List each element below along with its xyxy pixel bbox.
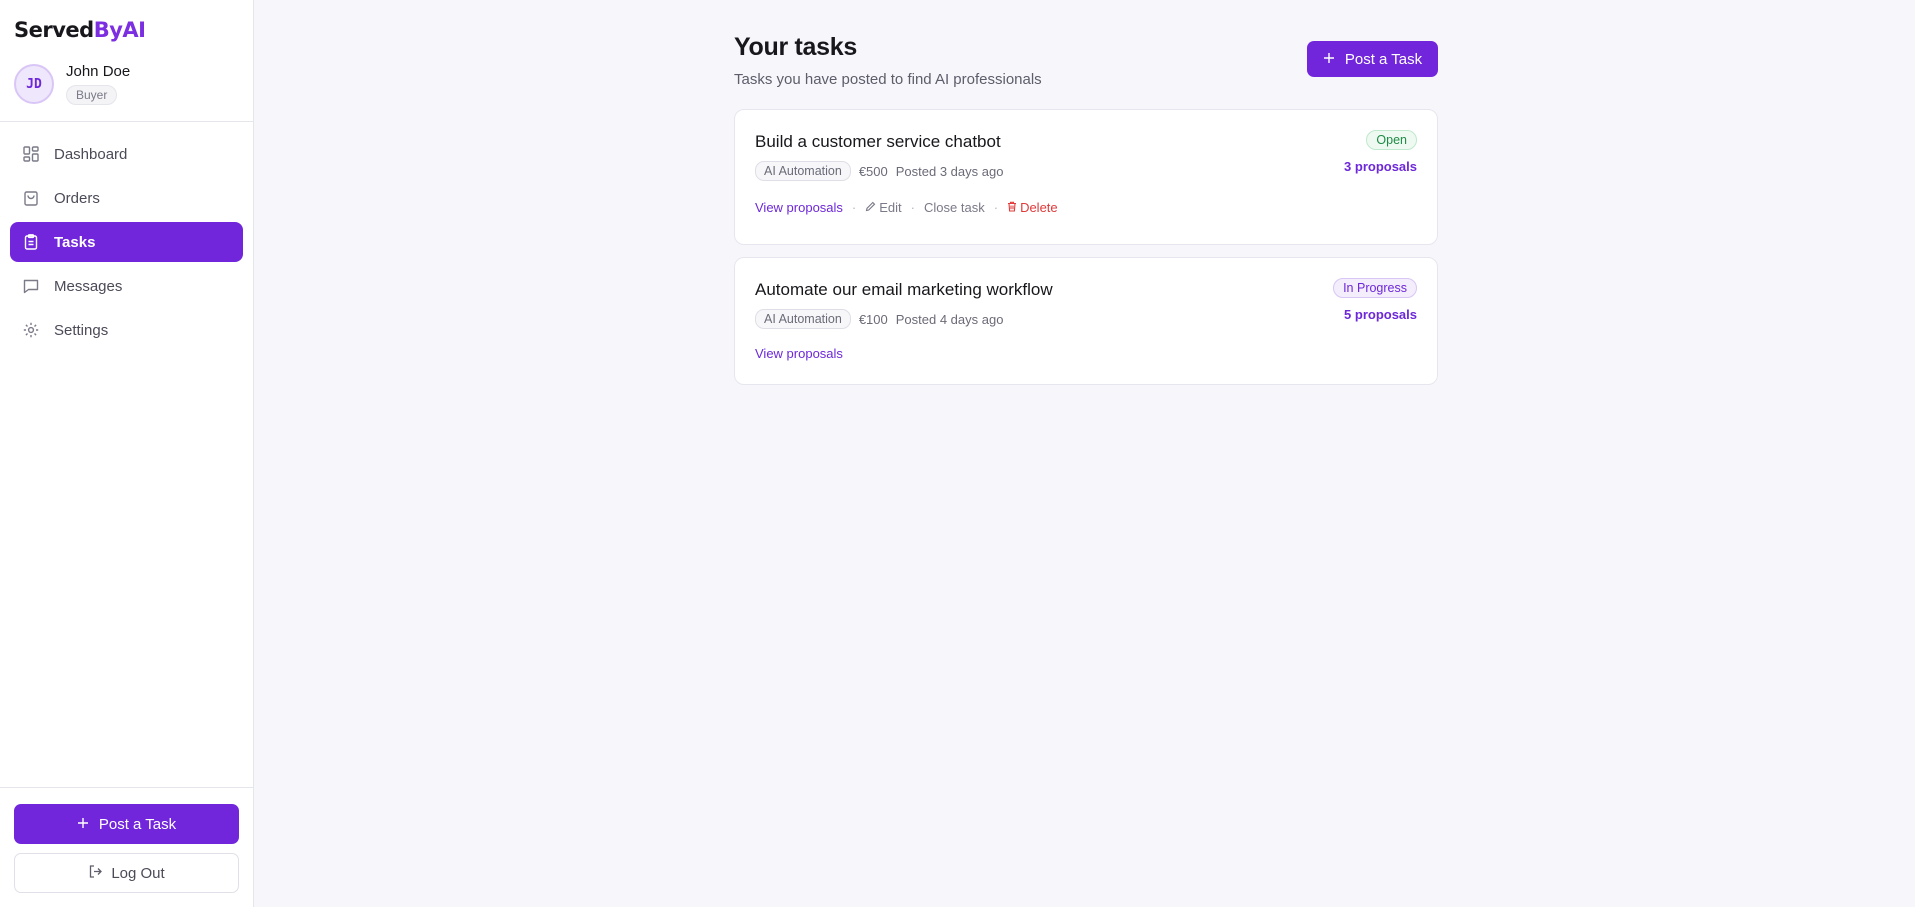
sidebar-footer: Post a Task Log Out <box>0 787 253 907</box>
task-posted-date: Posted 3 days ago <box>895 163 1004 179</box>
task-status-area: In Progress 5 proposals <box>1333 278 1417 322</box>
task-title[interactable]: Automate our email marketing workflow <box>755 280 1417 300</box>
proposal-count[interactable]: 3 proposals <box>1344 159 1417 174</box>
task-card: Build a customer service chatbot AI Auto… <box>734 109 1438 245</box>
dashboard-icon <box>22 145 40 163</box>
sidebar-item-label: Tasks <box>54 233 96 251</box>
task-card: Automate our email marketing workflow AI… <box>734 257 1438 385</box>
sidebar-post-task-button[interactable]: Post a Task <box>14 804 239 844</box>
sidebar-item-messages[interactable]: Messages <box>10 266 243 306</box>
sidebar-item-label: Settings <box>54 321 109 339</box>
view-proposals-link[interactable]: View proposals <box>755 200 843 215</box>
page-header: Your tasks Tasks you have posted to find… <box>734 0 1438 88</box>
clipboard-icon <box>22 233 40 251</box>
edit-task-link[interactable]: Edit <box>865 200 902 215</box>
bag-icon <box>22 189 40 207</box>
user-name: John Doe <box>66 63 131 80</box>
status-badge: Open <box>1366 130 1417 150</box>
tasks-panel: Your tasks Tasks you have posted to find… <box>734 0 1438 385</box>
sidebar-item-label: Messages <box>54 277 123 295</box>
trash-icon <box>1007 200 1017 215</box>
logout-label: Log Out <box>111 864 165 882</box>
delete-label: Delete <box>1020 200 1058 215</box>
category-tag: AI Automation <box>755 161 851 181</box>
sidebar-post-task-label: Post a Task <box>98 815 177 833</box>
gear-icon <box>22 321 40 339</box>
page-title: Your tasks <box>734 33 857 61</box>
logo-text-served: Served <box>14 18 94 42</box>
chat-icon <box>22 277 40 295</box>
plus-icon <box>77 816 89 833</box>
proposal-count[interactable]: 5 proposals <box>1344 307 1417 322</box>
separator-dot: · <box>993 200 999 215</box>
separator-dot: · <box>851 200 857 215</box>
task-budget: €100 <box>858 311 888 327</box>
task-actions: View proposals · Edit · Close task · Del… <box>755 200 1417 215</box>
sidebar-nav: Dashboard Orders Tasks Messages Settings <box>0 122 253 362</box>
logo-text-byai: ByAI <box>93 18 146 42</box>
post-task-label: Post a Task <box>1344 50 1423 68</box>
logo[interactable]: ServedByAI <box>0 0 253 48</box>
task-meta: AI Automation €100 Posted 4 days ago <box>755 309 1417 329</box>
task-title[interactable]: Build a customer service chatbot <box>755 132 1417 152</box>
category-tag: AI Automation <box>755 309 851 329</box>
sidebar-item-dashboard[interactable]: Dashboard <box>10 134 243 174</box>
logout-button[interactable]: Log Out <box>14 853 239 893</box>
logout-icon <box>88 864 103 883</box>
sidebar-item-tasks[interactable]: Tasks <box>10 222 243 262</box>
main-content: Your tasks Tasks you have posted to find… <box>254 0 1915 907</box>
sidebar: ServedByAI JD John Doe Buyer Dashboard O… <box>0 0 254 907</box>
task-budget: €500 <box>858 163 888 179</box>
plus-icon <box>1323 51 1335 68</box>
delete-task-link[interactable]: Delete <box>1007 200 1058 215</box>
task-meta: AI Automation €500 Posted 3 days ago <box>755 161 1417 181</box>
close-task-link[interactable]: Close task <box>924 200 985 215</box>
task-status-area: Open 3 proposals <box>1344 130 1417 174</box>
separator-dot: · <box>910 200 916 215</box>
sidebar-item-label: Dashboard <box>54 145 128 163</box>
user-profile: JD John Doe Buyer <box>0 48 253 122</box>
status-badge: In Progress <box>1333 278 1417 298</box>
sidebar-item-orders[interactable]: Orders <box>10 178 243 218</box>
task-posted-date: Posted 4 days ago <box>895 311 1004 327</box>
task-actions: View proposals <box>755 346 1417 361</box>
sidebar-item-settings[interactable]: Settings <box>10 310 243 350</box>
role-badge: Buyer <box>66 85 118 105</box>
post-task-button[interactable]: Post a Task <box>1307 41 1438 77</box>
page-subtitle: Tasks you have posted to find AI profess… <box>734 71 1042 88</box>
pencil-icon <box>865 200 876 215</box>
sidebar-item-label: Orders <box>54 189 100 207</box>
avatar[interactable]: JD <box>14 64 54 104</box>
edit-label: Edit <box>879 200 902 215</box>
view-proposals-link[interactable]: View proposals <box>755 346 843 361</box>
task-list: Build a customer service chatbot AI Auto… <box>734 109 1438 385</box>
